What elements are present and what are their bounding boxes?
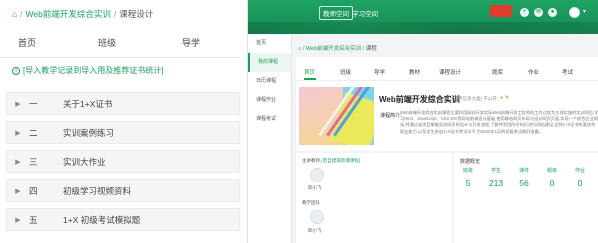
course-tabs: 首页 班级 导学 教材 课程设计 题库 作业 考试 — [296, 65, 598, 80]
chapter-number: 三 — [29, 156, 38, 167]
chapter-item[interactable]: ▶ 四 初级学习视频资料 — [6, 179, 240, 202]
stat-item[interactable]: 课件 56 — [512, 167, 536, 188]
tab-class[interactable]: 班级 — [98, 36, 116, 49]
import-tip-text: [导入教学记录到导入用及推荐证书统计] — [23, 66, 164, 75]
breadcrumb-course-link[interactable]: Web前端开发综合实训 — [306, 46, 361, 52]
tab-course-design[interactable]: 课程设计 — [439, 68, 461, 76]
tab-textbook[interactable]: 教材 — [409, 68, 420, 76]
chevron-right-icon: ▶ — [15, 100, 21, 108]
breadcrumb-current: 课程设计 — [119, 9, 154, 19]
tab-class[interactable]: 班级 — [340, 68, 351, 76]
chapter-list: ▶ 一 关于1+X证书 ▶ 二 实训案例练习 ▶ 三 实训大作业 ▶ 四 初级学… — [6, 92, 240, 237]
data-overview-heading: 数据概览 — [460, 159, 481, 165]
course-meta: (电子信息大类) 不公开 — [452, 96, 497, 101]
plus-icon[interactable]: + — [520, 8, 529, 17]
course-title: Web前端开发综合实训 — [379, 95, 460, 104]
bell-icon[interactable]: ● — [548, 8, 557, 17]
course-cover-image — [299, 87, 374, 145]
teacher-add-link[interactable]: (若自建或新增课程) — [321, 158, 360, 163]
sidebar-item-home[interactable]: 首页 — [248, 34, 291, 53]
data-overview: 数据概览 班级 5 学生 213 课件 56 题目 0 作业 0 — [454, 153, 598, 243]
edit-icon[interactable]: ✎ — [505, 95, 509, 101]
course-card: 首页 班级 导学 教材 课程设计 题库 作业 考试 Web前端开发综合实训 (电… — [296, 57, 598, 151]
tab-question-bank[interactable]: 题库 — [492, 68, 503, 76]
chapter-number: 五 — [29, 214, 38, 225]
home-icon[interactable]: ⌂ — [12, 9, 17, 19]
breadcrumb-course-link[interactable]: Web前端开发综合实训 — [26, 8, 111, 20]
breadcrumb: ⌂ / Web前端开发综合实训 / 课程 — [298, 46, 377, 52]
teacher-name: 邱小飞 — [308, 228, 322, 233]
tab-guide[interactable]: 导学 — [374, 68, 385, 76]
mail-icon[interactable]: ✉ — [534, 8, 543, 17]
chapter-title: 实训大作业 — [63, 156, 106, 167]
course-intro-label: 课程简介: — [380, 113, 402, 119]
nav-student-space[interactable]: 学习空间 — [352, 8, 378, 18]
chapter-title: 实训案例练习 — [63, 127, 115, 138]
chevron-right-icon: ▶ — [15, 129, 21, 137]
info-icon: i — [12, 66, 20, 75]
tab-exam[interactable]: 考试 — [562, 68, 573, 76]
chapter-item[interactable]: ▶ 二 实训案例练习 — [6, 121, 240, 144]
notice-tab[interactable] — [490, 5, 512, 17]
divider — [0, 57, 240, 58]
sidebar-item-calendar[interactable]: 日历课程 — [248, 72, 291, 91]
chapter-item[interactable]: ▶ 三 实训大作业 — [6, 150, 240, 173]
teacher-avatar — [310, 210, 324, 224]
divider — [296, 80, 598, 81]
teacher-avatar — [310, 168, 324, 182]
chapter-number: 四 — [29, 185, 38, 196]
tab-home[interactable]: 首页 — [304, 68, 315, 76]
stat-item[interactable]: 作业 0 — [568, 167, 592, 188]
course-intro: Web前端开发综合实训课程主要利用网站开发实际Web前端开发工程师的工作过程为主… — [400, 110, 598, 134]
breadcrumb-separator: / — [113, 9, 117, 19]
home-icon[interactable]: ⌂ — [298, 46, 301, 52]
sidebar-item-homework[interactable]: 课程作业 — [248, 91, 291, 110]
chapter-number: 一 — [29, 98, 38, 109]
tab-guide[interactable]: 导学 — [182, 36, 200, 49]
chevron-right-icon: ▶ — [15, 187, 21, 195]
breadcrumb-separator: / — [20, 9, 23, 19]
assist-team-label: 教学团队 — [302, 200, 320, 205]
breadcrumb: ⌂ / Web前端开发综合实训 / 课程设计 — [12, 8, 153, 20]
chapter-item[interactable]: ▶ 五 1+X 初级考试模拟题 — [6, 208, 240, 231]
chapter-item[interactable]: ▶ 一 关于1+X证书 — [6, 92, 240, 115]
chevron-down-icon[interactable]: ▾ — [583, 8, 586, 15]
tab-homework[interactable]: 作业 — [528, 68, 539, 76]
sidebar-item-exam[interactable]: 课程考试 — [248, 110, 291, 129]
chapter-title: 1+X 初级考试模拟题 — [63, 214, 141, 225]
tree-silhouette — [248, 22, 598, 34]
sidebar-item-my-courses[interactable]: 我的课程 — [248, 53, 291, 72]
stat-item[interactable]: 班级 5 — [456, 167, 480, 188]
course-page-overview: 教师空间 学习空间 + ✉ ● ▾ 首页 我的课程 日历课程 课程作业 课程考试… — [247, 0, 598, 243]
header-banner — [248, 0, 598, 34]
nav-teacher-space[interactable]: 教师空间 — [319, 6, 353, 20]
lock-icon: ● — [500, 95, 504, 101]
chapter-title: 关于1+X证书 — [63, 98, 113, 109]
course-detail-zoomed: ⌂ / Web前端开发综合实训 / 课程设计 首页 班级 导学 i [导入教学记… — [0, 0, 240, 243]
chevron-right-icon: ▶ — [15, 216, 21, 224]
breadcrumb-current: 课程 — [365, 46, 377, 52]
teacher-panel: 主讲教师 (若自建或新增课程) 邱小飞 教学团队 邱小飞 — [296, 153, 452, 243]
stat-item[interactable]: 学生 213 — [484, 167, 508, 188]
chapter-number: 二 — [29, 127, 38, 138]
course-tabs: 首页 班级 导学 — [0, 36, 240, 48]
main-teacher-label: 主讲教师 (若自建或新增课程) — [302, 158, 361, 163]
stat-item[interactable]: 题目 0 — [540, 167, 564, 188]
import-tip[interactable]: i [导入教学记录到导入用及推荐证书统计] — [12, 65, 163, 76]
avatar[interactable] — [569, 7, 580, 18]
chapter-title: 初级学习视频资料 — [63, 185, 132, 196]
tab-home[interactable]: 首页 — [18, 36, 36, 49]
sidebar: 首页 我的课程 日历课程 课程作业 课程考试 — [248, 34, 292, 243]
chevron-right-icon: ▶ — [15, 158, 21, 166]
teacher-name: 邱小飞 — [308, 185, 322, 190]
